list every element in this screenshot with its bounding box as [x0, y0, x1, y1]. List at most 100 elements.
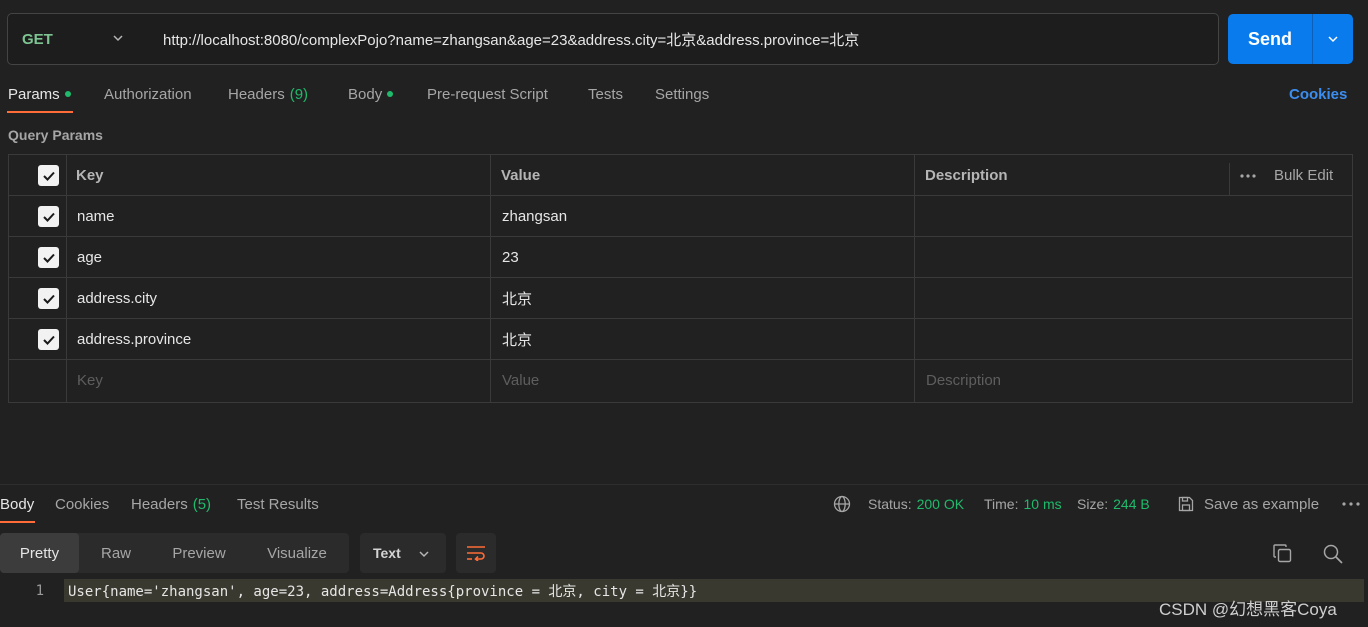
view-visualize[interactable]: Visualize	[245, 533, 349, 573]
new-value-input[interactable]: Value	[502, 360, 539, 401]
response-tab-cookies[interactable]: Cookies	[55, 494, 109, 514]
view-preview[interactable]: Preview	[153, 533, 245, 573]
cookies-link[interactable]: Cookies	[1289, 84, 1347, 104]
view-pretty[interactable]: Pretty	[0, 533, 79, 573]
tab-settings[interactable]: Settings	[655, 84, 709, 104]
check-icon	[42, 171, 55, 181]
send-button[interactable]: Send	[1228, 14, 1312, 64]
tab-body-label: Body	[348, 85, 383, 103]
size-value: 244 B	[1113, 496, 1150, 512]
param-value[interactable]: 北京	[502, 319, 532, 360]
table-row: address.province 北京	[9, 319, 1352, 360]
copy-icon	[1273, 544, 1292, 563]
param-checkbox[interactable]	[38, 206, 59, 227]
send-button-group: Send	[1228, 14, 1353, 64]
time-readout: Time: 10 ms	[984, 494, 1062, 514]
table-row: address.city 北京	[9, 278, 1352, 319]
search-icon	[1323, 544, 1343, 564]
wrap-icon	[467, 546, 485, 561]
response-divider	[0, 484, 1368, 485]
response-tab-test-results[interactable]: Test Results	[237, 494, 319, 514]
new-key-input[interactable]: Key	[77, 360, 103, 401]
param-checkbox[interactable]	[38, 288, 59, 309]
save-example-label: Save as example	[1204, 495, 1320, 513]
chevron-down-icon	[113, 35, 123, 42]
param-value[interactable]: zhangsan	[502, 196, 567, 237]
response-tab-underline	[0, 521, 35, 523]
param-key[interactable]: name	[77, 196, 115, 237]
chevron-down-icon	[419, 551, 429, 558]
size-readout: Size: 244 B	[1077, 494, 1150, 514]
param-value[interactable]: 23	[502, 237, 519, 278]
method-select[interactable]: GET	[8, 14, 148, 64]
description-column-header: Description	[925, 167, 1008, 184]
ellipsis-icon	[1342, 502, 1360, 506]
body-indicator	[387, 91, 394, 97]
watermark: CSDN @幻想黑客Coya	[1159, 599, 1337, 619]
response-headers-label: Headers	[131, 495, 188, 513]
size-label: Size:	[1077, 496, 1109, 512]
tab-params-label: Params	[8, 85, 60, 103]
send-options-button[interactable]	[1313, 14, 1353, 64]
new-description-input[interactable]: Description	[926, 360, 1001, 401]
check-icon	[42, 335, 55, 345]
status-readout: Status: 200 OK	[868, 494, 964, 514]
table-row-new: Key Value Description	[9, 360, 1352, 401]
check-icon	[42, 294, 55, 304]
param-key[interactable]: address.city	[77, 278, 157, 319]
wrap-lines-button[interactable]	[456, 533, 496, 573]
response-more-icon[interactable]	[1342, 494, 1360, 514]
search-button[interactable]	[1323, 544, 1343, 569]
response-tab-body[interactable]: Body	[0, 494, 34, 514]
tab-body[interactable]: Body	[348, 84, 394, 104]
value-column-header: Value	[501, 167, 541, 184]
table-header-row: Key Value Description Bulk Edit	[9, 155, 1352, 196]
tab-params[interactable]: Params	[8, 84, 71, 104]
tab-headers-label: Headers	[228, 85, 285, 103]
chevron-down-icon	[1328, 36, 1338, 43]
save-icon	[1178, 496, 1194, 512]
param-checkbox[interactable]	[38, 329, 59, 350]
response-headers-count: (5)	[192, 495, 212, 513]
bulk-edit-button[interactable]: Bulk Edit	[1274, 155, 1333, 196]
method-label: GET	[22, 30, 53, 48]
view-raw[interactable]: Raw	[79, 533, 153, 573]
status-value: 200 OK	[916, 496, 965, 512]
time-value: 10 ms	[1023, 496, 1062, 512]
ellipsis-icon	[1240, 173, 1256, 178]
tab-headers[interactable]: Headers (9)	[228, 84, 308, 104]
globe-icon-svg	[833, 495, 851, 513]
query-params-title: Query Params	[8, 127, 103, 143]
params-indicator	[64, 91, 71, 97]
tab-pre-request-script[interactable]: Pre-request Script	[427, 84, 548, 104]
copy-button[interactable]	[1273, 544, 1292, 568]
query-params-table: Key Value Description Bulk Edit name zha…	[8, 154, 1353, 403]
more-options-icon[interactable]	[1240, 155, 1256, 196]
table-row: age 23	[9, 237, 1352, 278]
param-checkbox[interactable]	[38, 247, 59, 268]
response-body-text[interactable]: User{name='zhangsan', age=23, address=Ad…	[68, 579, 697, 602]
active-tab-underline	[7, 111, 73, 113]
param-key[interactable]: age	[77, 237, 102, 278]
param-value[interactable]: 北京	[502, 278, 532, 319]
check-icon	[42, 212, 55, 222]
table-row: name zhangsan	[9, 196, 1352, 237]
format-label: Text	[373, 545, 401, 561]
key-column-header: Key	[76, 167, 104, 184]
param-key[interactable]: address.province	[77, 319, 191, 360]
save-example-button[interactable]: Save as example	[1177, 494, 1319, 514]
view-mode-switch: Pretty Raw Preview Visualize	[0, 533, 349, 573]
response-tab-headers[interactable]: Headers (5)	[131, 494, 211, 514]
tab-authorization[interactable]: Authorization	[104, 84, 192, 104]
line-number: 1	[35, 582, 44, 599]
tab-tests[interactable]: Tests	[588, 84, 623, 104]
headers-count: (9)	[289, 85, 309, 103]
format-select[interactable]: Text	[360, 533, 446, 573]
globe-icon[interactable]	[833, 494, 851, 514]
url-bar: GET http://localhost:8080/complexPojo?na…	[7, 13, 1219, 65]
status-label: Status:	[868, 496, 912, 512]
url-input[interactable]: http://localhost:8080/complexPojo?name=z…	[163, 14, 859, 64]
select-all-checkbox[interactable]	[38, 165, 59, 186]
time-label: Time:	[984, 496, 1019, 512]
bulk-edit-divider	[1229, 163, 1230, 195]
